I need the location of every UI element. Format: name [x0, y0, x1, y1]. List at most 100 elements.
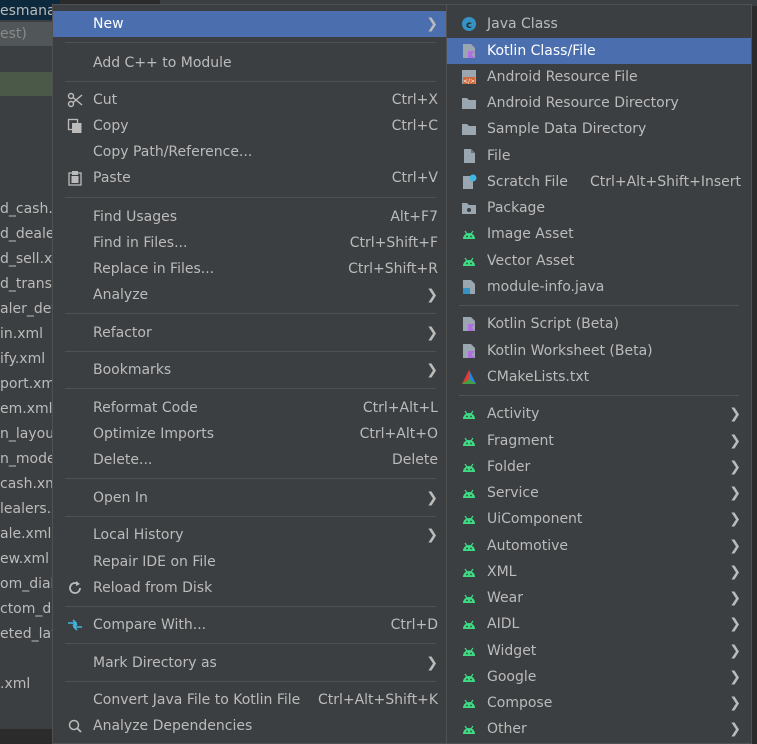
chevron-right-icon: ❯	[729, 695, 741, 711]
submenu-item-file[interactable]: File	[447, 143, 751, 169]
project-tree-row[interactable]: ale.xml	[0, 522, 60, 546]
menu-item-analyze-dependencies[interactable]: Analyze Dependencies	[53, 713, 448, 739]
menu-item-cut[interactable]: Cut Ctrl+X	[53, 87, 448, 113]
submenu-item-google[interactable]: Google ❯	[447, 664, 751, 690]
menu-item-find-usages[interactable]: Find Usages Alt+F7	[53, 204, 448, 230]
menu-separator	[65, 478, 436, 479]
submenu-item-java-class[interactable]: c Java Class	[447, 11, 751, 37]
menu-item-replace-in-files[interactable]: Replace in Files... Ctrl+Shift+R	[53, 256, 448, 282]
submenu-item-compose[interactable]: Compose ❯	[447, 690, 751, 716]
project-tree-row[interactable]: d_transa	[0, 272, 60, 296]
chevron-right-icon: ❯	[729, 590, 741, 606]
menu-item-copy-path[interactable]: Copy Path/Reference...	[53, 139, 448, 165]
project-tree-row[interactable]: em.xml	[0, 397, 60, 421]
submenu-item-kotlin-script[interactable]: Kotlin Script (Beta)	[447, 311, 751, 337]
submenu-item-scratch-file[interactable]: Scratch File Ctrl+Alt+Shift+Insert	[447, 169, 751, 195]
menu-item-add-cpp[interactable]: Add C++ to Module	[53, 50, 448, 76]
submenu-item-xml[interactable]: XML ❯	[447, 559, 751, 585]
android-icon	[463, 463, 475, 472]
submenu-item-image-asset[interactable]: Image Asset	[447, 221, 751, 247]
android-icon	[463, 230, 475, 239]
submenu-item-folder[interactable]: Folder ❯	[447, 454, 751, 480]
menu-separator	[65, 681, 436, 682]
submenu-item-fragment[interactable]: Fragment ❯	[447, 428, 751, 454]
project-tree-row[interactable]: d_sell.xm	[0, 247, 60, 271]
menu-item-copy[interactable]: Copy Ctrl+C	[53, 113, 448, 139]
menu-item-refactor[interactable]: Refactor ❯	[53, 320, 448, 346]
project-tree-row[interactable]: eted_lay	[0, 622, 60, 646]
menu-item-bookmarks[interactable]: Bookmarks ❯	[53, 357, 448, 383]
submenu-item-widget[interactable]: Widget ❯	[447, 638, 751, 664]
submenu-item-android-resource-dir[interactable]: Android Resource Directory	[447, 90, 751, 116]
chevron-right-icon: ❯	[729, 485, 741, 501]
context-menu: New ❯ Add C++ to Module Cut Ctrl+X Copy …	[52, 4, 449, 744]
project-tree-selected-row[interactable]	[0, 72, 60, 96]
chevron-right-icon: ❯	[729, 564, 741, 580]
android-icon	[463, 673, 475, 682]
menu-item-convert-java[interactable]: Convert Java File to Kotlin File Ctrl+Al…	[53, 687, 448, 713]
menu-item-paste[interactable]: Paste Ctrl+V	[53, 165, 448, 191]
chevron-right-icon: ❯	[729, 433, 741, 449]
menu-separator	[65, 606, 436, 607]
menu-item-delete[interactable]: Delete... Delete	[53, 447, 448, 473]
submenu-item-kotlin-worksheet[interactable]: Kotlin Worksheet (Beta)	[447, 338, 751, 364]
android-icon	[463, 568, 475, 577]
copy-icon	[67, 118, 82, 133]
menu-item-mark-directory[interactable]: Mark Directory as ❯	[53, 650, 448, 676]
menu-separator	[65, 81, 436, 82]
submenu-item-package[interactable]: Package	[447, 195, 751, 221]
project-tree-row[interactable]: est)	[0, 22, 60, 46]
project-tree-row[interactable]: cash.xml	[0, 472, 60, 496]
project-tree-row[interactable]: aler_deta	[0, 297, 60, 321]
chevron-right-icon: ❯	[729, 721, 741, 737]
menu-item-analyze[interactable]: Analyze ❯	[53, 282, 448, 308]
submenu-item-automotive[interactable]: Automotive ❯	[447, 533, 751, 559]
menu-item-compare-with[interactable]: Compare With... Ctrl+D	[53, 612, 448, 638]
menu-item-reload-disk[interactable]: Reload from Disk	[53, 575, 448, 601]
project-tree-row[interactable]: om_dialc	[0, 572, 60, 596]
project-tree-row[interactable]: d_dealer	[0, 222, 60, 246]
submenu-item-vector-asset[interactable]: Vector Asset	[447, 248, 751, 274]
project-tree-row[interactable]: port.xml	[0, 372, 60, 396]
menu-item-optimize-imports[interactable]: Optimize Imports Ctrl+Alt+O	[53, 421, 448, 447]
project-tree-row[interactable]: ify.xml	[0, 347, 60, 371]
project-tree-row[interactable]: .xml	[0, 672, 60, 696]
menu-item-new[interactable]: New ❯	[53, 11, 448, 37]
submenu-item-wear[interactable]: Wear ❯	[447, 585, 751, 611]
project-tree-row[interactable]: d_cash.x	[0, 197, 60, 221]
submenu-item-service[interactable]: Service ❯	[447, 480, 751, 506]
submenu-item-kotlin-class[interactable]: Kotlin Class/File	[447, 38, 751, 64]
android-icon	[463, 489, 475, 498]
menu-item-local-history[interactable]: Local History ❯	[53, 522, 448, 548]
paste-icon	[68, 171, 82, 186]
submenu-item-activity[interactable]: Activity ❯	[447, 401, 751, 427]
submenu-item-sample-data-dir[interactable]: Sample Data Directory	[447, 116, 751, 142]
project-tree-row[interactable]: ew.xml	[0, 547, 60, 571]
submenu-item-android-resource-file[interactable]: </> Android Resource File	[447, 64, 751, 90]
project-tree-row[interactable]: in.xml	[0, 322, 60, 346]
submenu-item-cmakelists[interactable]: CMakeLists.txt	[447, 364, 751, 390]
android-icon	[463, 699, 475, 708]
project-tree-row[interactable]: n_layout	[0, 422, 60, 446]
submenu-item-uicomponent[interactable]: UiComponent ❯	[447, 506, 751, 532]
menu-item-repair-ide[interactable]: Repair IDE on File	[53, 549, 448, 575]
menu-item-reformat-code[interactable]: Reformat Code Ctrl+Alt+L	[53, 395, 448, 421]
submenu-item-other[interactable]: Other ❯	[447, 716, 751, 742]
menu-item-find-in-files[interactable]: Find in Files... Ctrl+Shift+F	[53, 230, 448, 256]
folder-icon	[462, 98, 476, 109]
package-icon	[462, 203, 476, 214]
menu-separator	[459, 395, 739, 396]
chevron-right-icon: ❯	[729, 643, 741, 659]
folder-icon	[462, 124, 476, 135]
submenu-item-module-info[interactable]: module-info.java	[447, 274, 751, 300]
project-tree-row[interactable]: lealers.x	[0, 497, 60, 521]
menu-separator	[65, 313, 436, 314]
android-icon	[463, 542, 475, 551]
submenu-item-aidl[interactable]: AIDL ❯	[447, 611, 751, 637]
chevron-right-icon: ❯	[729, 616, 741, 632]
android-icon	[463, 647, 475, 656]
compare-icon	[68, 619, 82, 631]
project-tree-row[interactable]: n_model	[0, 447, 60, 471]
menu-item-open-in[interactable]: Open In ❯	[53, 485, 448, 511]
project-tree-row[interactable]: ctom_dia	[0, 597, 60, 621]
